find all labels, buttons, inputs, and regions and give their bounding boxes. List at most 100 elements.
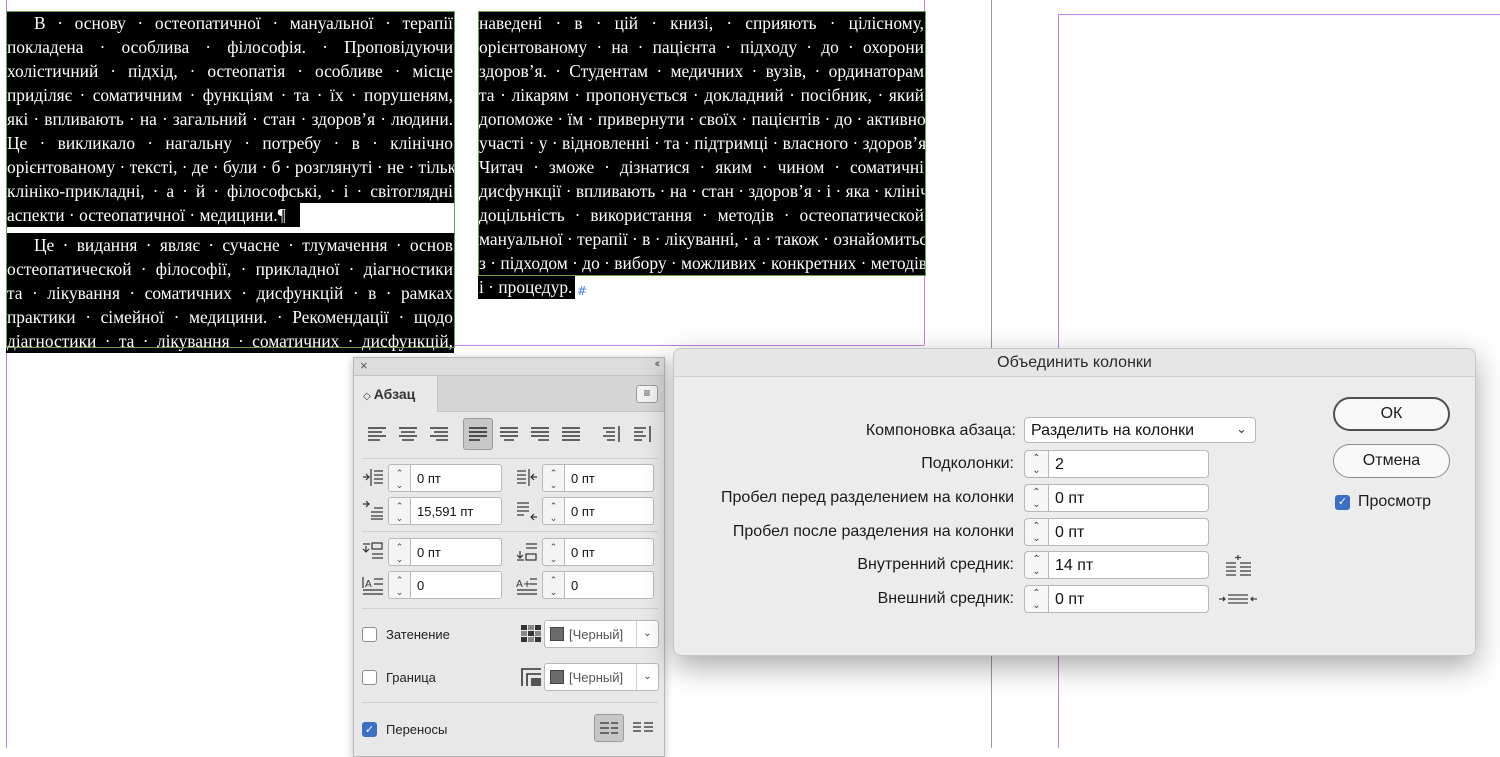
shading-color-dropdown[interactable]: [Черный] ⌄ (544, 620, 659, 648)
drop-cap-lines-stepper[interactable]: ⌃ ⌄ (388, 571, 410, 599)
paragraph-layout-select[interactable]: Разделить на колонки ⌄ (1024, 417, 1256, 443)
space-after-split-row: Пробел после разделения на колонки ⌃ ⌄ 0 … (674, 518, 1474, 546)
text-line: діагностики · та · лікування · соматични… (6, 329, 454, 353)
last-line-indent-input[interactable]: 0 пт (564, 497, 654, 525)
shading-label: Затенение (386, 627, 450, 642)
margin-guide-next-page-top (1058, 14, 1500, 15)
baseline-grid-icon (633, 722, 653, 732)
text-line: Читач · зможе · дізнатися · яким · чином… (478, 155, 925, 179)
shading-checkbox[interactable] (362, 627, 377, 642)
panel-separator (362, 458, 658, 459)
first-line-indent-input[interactable]: 15,591 пт (410, 497, 502, 525)
inside-gutter-icon (1226, 555, 1251, 576)
paragraph-layout-value: Разделить на колонки (1031, 422, 1195, 439)
text-line: орієнтованому · на · пацієнта · підходу … (478, 35, 925, 59)
drop-cap-lines-input[interactable]: 0 (410, 571, 502, 599)
subcolumns-stepper[interactable]: ⌃ ⌄ (1024, 450, 1048, 478)
right-indent-stepper[interactable]: ⌃ ⌄ (542, 464, 564, 492)
border-color-value: [Черный] (569, 670, 624, 685)
text-line: холістичний · підхід, · остеопатія · осо… (6, 59, 454, 83)
do-not-align-to-grid-button[interactable] (594, 714, 624, 742)
left-indent-stepper[interactable]: ⌃ ⌄ (388, 464, 410, 492)
space-after-split-stepper[interactable]: ⌃ ⌄ (1024, 518, 1048, 546)
text-line: які · впливають · на · загальний · стан … (6, 107, 454, 131)
text-frame-left-column[interactable]: В · основу · остеопатичної · мануальної … (6, 11, 454, 353)
first-line-indent-stepper[interactable]: ⌃ ⌄ (388, 497, 410, 525)
align-center-button[interactable] (393, 418, 423, 450)
shading-color-swatch (550, 627, 564, 641)
align-right-button[interactable] (424, 418, 454, 450)
inside-gutter-row: Внутренний средник: ⌃ ⌄ 14 пт (674, 551, 1474, 579)
drop-cap-chars-stepper[interactable]: ⌃ ⌄ (542, 571, 564, 599)
span-columns-dialog: Объединить колонки Компоновка абзаца: Ра… (673, 348, 1476, 656)
chevron-down-icon: ⌄ (1236, 421, 1247, 436)
shading-toggle[interactable]: Затенение (362, 624, 512, 646)
align-to-baseline-grid-button[interactable] (629, 714, 659, 742)
hyphenate-toggle[interactable]: ✓ Переносы (362, 719, 512, 741)
justify-center-button[interactable] (494, 418, 524, 450)
justify-all-icon (562, 427, 580, 441)
subcolumns-input[interactable]: 2 (1048, 450, 1209, 478)
align-left-button[interactable] (362, 418, 392, 450)
text-line: з · підходом · до · вибору · можливих · … (478, 251, 925, 275)
border-toggle[interactable]: Граница (362, 667, 512, 689)
justify-right-button[interactable] (525, 418, 555, 450)
tab-updown-icon: ◇ (363, 391, 371, 402)
left-indent-input[interactable]: 0 пт (410, 464, 502, 492)
paragraph-layout-label: Компоновка абзаца: (865, 422, 1016, 439)
justify-all-button[interactable] (556, 418, 586, 450)
outside-gutter-input[interactable]: 0 пт (1048, 585, 1209, 613)
cancel-button[interactable]: Отмена (1333, 444, 1450, 478)
drop-cap-chars-input[interactable]: 0 (564, 571, 654, 599)
right-indent-input[interactable]: 0 пт (564, 464, 654, 492)
justify-left-button[interactable] (463, 418, 493, 450)
space-before-split-input[interactable]: 0 пт (1048, 484, 1209, 512)
chevron-down-icon: ⌄ (636, 664, 658, 690)
space-before-split-stepper[interactable]: ⌃ ⌄ (1024, 484, 1048, 512)
alignment-buttons (362, 418, 658, 450)
border-color-dropdown[interactable]: [Черный] ⌄ (544, 663, 659, 691)
outside-gutter-stepper[interactable]: ⌃ ⌄ (1024, 585, 1048, 613)
align-right-icon (430, 427, 448, 441)
space-before-input[interactable]: 0 пт (410, 538, 502, 566)
space-after-icon (516, 543, 537, 561)
text-line: Це · видання · являє · сучасне · тлумаче… (6, 233, 454, 257)
hyphenate-checkbox[interactable]: ✓ (362, 722, 377, 737)
close-icon[interactable]: × (360, 358, 368, 373)
space-after-row: ⌃ ⌄ 0 пт (516, 538, 658, 566)
end-of-story-mark: # (577, 284, 588, 298)
align-towards-spine-button[interactable] (596, 418, 626, 450)
text-line: орієнтованому · тексті, · де · були · б … (6, 155, 454, 179)
space-after-input[interactable]: 0 пт (564, 538, 654, 566)
text-line: В · основу · остеопатичної · мануальної … (6, 11, 454, 35)
last-line-indent-row: ⌃ ⌄ 0 пт (516, 497, 658, 525)
text-line: участі · у · відновленні · та · підтримц… (478, 131, 925, 155)
panel-separator (362, 608, 658, 609)
ok-button[interactable]: ОК (1333, 397, 1450, 431)
last-line-indent-stepper[interactable]: ⌃ ⌄ (542, 497, 564, 525)
tab-paragraph[interactable]: ◇ Абзац (354, 376, 438, 412)
border-checkbox[interactable] (362, 670, 377, 685)
last-line-indent-icon (517, 502, 537, 521)
justify-right-icon (531, 427, 549, 441)
text-line: клініко-прикладні, · а · й · філософські… (6, 179, 454, 203)
space-after-stepper[interactable]: ⌃ ⌄ (542, 538, 564, 566)
collapse-panel-icon[interactable]: ‹‹ (655, 358, 661, 370)
space-after-split-input[interactable]: 0 пт (1048, 518, 1209, 546)
left-indent-icon (363, 469, 383, 486)
inside-gutter-stepper[interactable]: ⌃ ⌄ (1024, 551, 1048, 579)
text-line: доцільність · використання · методів · о… (478, 203, 925, 227)
chevron-down-icon: ⌄ (636, 621, 658, 647)
text-line: практики · сімейної · медицини. · Рекоме… (6, 305, 454, 329)
preview-checkbox[interactable]: ✓ (1335, 495, 1350, 510)
panel-menu-icon[interactable]: ≡ (636, 385, 658, 403)
inside-gutter-input[interactable]: 14 пт (1048, 551, 1209, 579)
text-frame-right-column[interactable]: наведені · в · цій · книзі, · сприяють ·… (478, 11, 925, 305)
space-before-stepper[interactable]: ⌃ ⌄ (388, 538, 410, 566)
text-line: наведені · в · цій · книзі, · сприяють ·… (478, 11, 925, 35)
hyphenate-label: Переносы (386, 722, 448, 737)
align-away-from-spine-button[interactable] (627, 418, 657, 450)
panel-tab-row: ◇ Абзац ≡ (354, 376, 664, 412)
border-corner-icon (521, 668, 541, 686)
space-before-icon (362, 542, 383, 559)
